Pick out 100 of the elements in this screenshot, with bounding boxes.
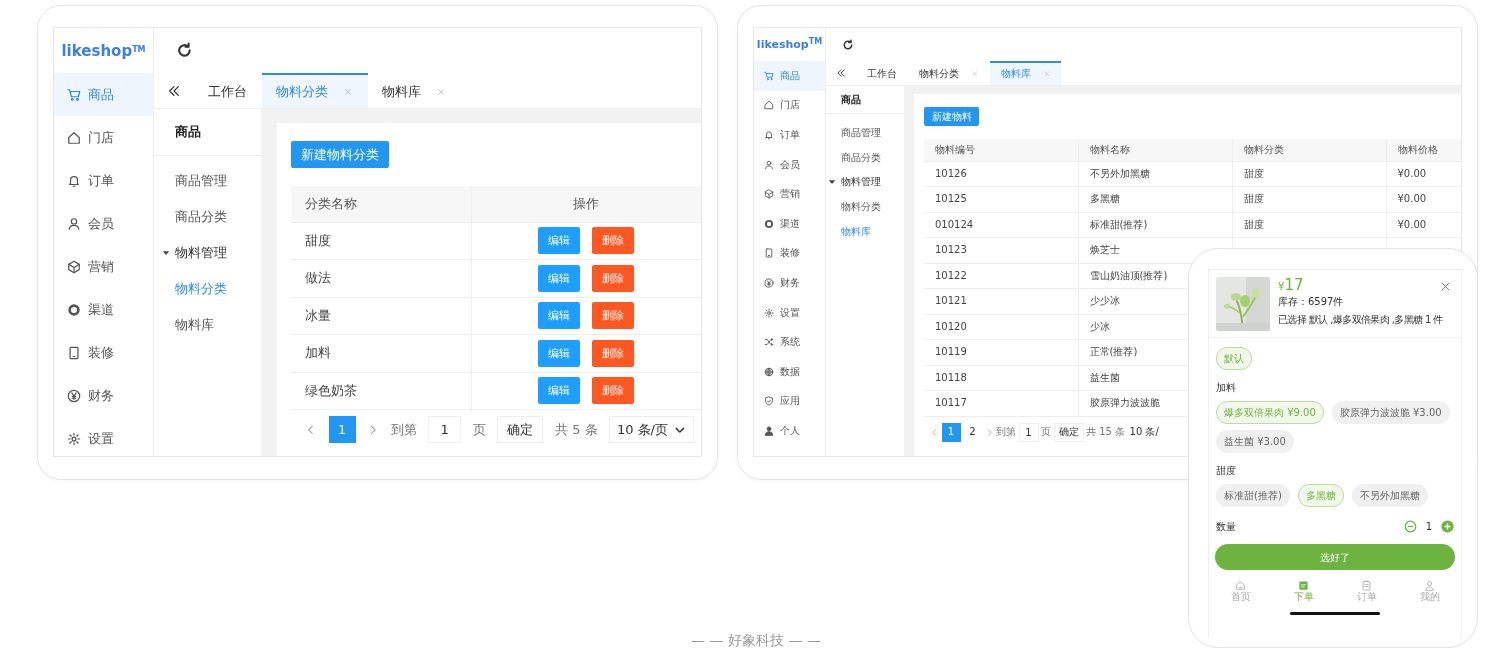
menu-item[interactable]: 商品分类: [826, 145, 904, 171]
footer-text: — — 好象科技 — —: [691, 632, 821, 648]
globe-icon: [764, 366, 774, 377]
sidebar-item[interactable]: 个人: [754, 416, 825, 446]
sidebar-item[interactable]: 营销: [754, 179, 825, 209]
collapse-icon[interactable]: [167, 83, 181, 98]
sidebar-item[interactable]: 门店: [754, 90, 825, 121]
table-cell: ¥0.00: [1386, 212, 1461, 238]
page-input[interactable]: 1: [1018, 422, 1039, 442]
menu-item[interactable]: 物料分类: [826, 194, 904, 220]
logo: likeshop$^{TM}$: [756, 37, 823, 52]
column-header: 分类名称: [291, 186, 472, 222]
tab[interactable]: 物料库: [367, 73, 461, 108]
sidebar-item[interactable]: 系统: [754, 327, 825, 357]
table-cell: 冰量: [291, 297, 472, 335]
table-cell: 标准甜(推荐): [1078, 212, 1232, 238]
user-icon: [67, 216, 81, 231]
column-header: 物料名称: [1078, 139, 1232, 161]
table-cell: 10118: [924, 365, 1078, 391]
tab[interactable]: 工作台: [856, 61, 908, 85]
page-input[interactable]: 1: [428, 416, 461, 443]
menu-group[interactable]: 物料管理: [154, 235, 261, 271]
menu-item[interactable]: 商品分类: [154, 199, 261, 235]
settings-icon: [67, 431, 81, 446]
logo: likeshop$^{TM}$: [61, 41, 146, 60]
close-icon[interactable]: [1440, 281, 1451, 292]
table-cell: ¥0.00: [1386, 186, 1461, 212]
page-unit: 页: [472, 421, 486, 438]
ring-icon: [764, 218, 774, 229]
table-cell: 10126: [924, 161, 1078, 187]
sidebar-item[interactable]: 渠道: [754, 208, 825, 239]
total-count: 共 5 条: [555, 421, 598, 438]
sidebar-item[interactable]: 渠道: [54, 288, 153, 331]
note-icon: [1298, 580, 1309, 591]
sidebar-item[interactable]: 设置: [54, 417, 153, 456]
sidebar-item[interactable]: 数据: [754, 356, 825, 387]
page-size-select[interactable]: 10 条/页: [609, 416, 694, 443]
sidebar-item[interactable]: 会员: [54, 202, 153, 245]
sidebar-item[interactable]: 财务: [754, 268, 825, 298]
menu-group[interactable]: 物料管理: [826, 170, 904, 195]
option-chip[interactable]: 胶原弹力波波脆 ¥3.00: [1331, 401, 1450, 424]
refresh-icon[interactable]: [842, 38, 854, 51]
plus-icon[interactable]: [1441, 520, 1454, 533]
table-cell: 10123: [924, 237, 1078, 263]
column-header: 操作: [471, 186, 701, 222]
sidebar-item[interactable]: 会员: [754, 149, 825, 180]
confirm-button[interactable]: 确定: [497, 416, 544, 443]
page-number[interactable]: 2: [963, 422, 982, 442]
tab[interactable]: 工作台: [194, 73, 262, 108]
table-cell: 不另外加黑糖: [1078, 161, 1232, 187]
previous-icon[interactable]: [930, 427, 939, 437]
tab[interactable]: 物料分类: [908, 61, 990, 85]
user-icon: [764, 425, 774, 436]
table-cell: 加料: [291, 334, 472, 372]
yen-icon: [67, 388, 81, 403]
option-chip[interactable]: 标准甜(推荐): [1216, 484, 1290, 507]
shield-icon: [764, 396, 774, 407]
user-icon: [1424, 580, 1435, 591]
menu-item[interactable]: 物料分类: [154, 271, 261, 307]
menu-item[interactable]: 物料库: [826, 219, 904, 244]
sidebar-item[interactable]: 装修: [54, 331, 153, 374]
table-cell: 甜度: [291, 222, 472, 260]
menu-item[interactable]: 商品管理: [154, 163, 261, 199]
quantity-value: 1: [1425, 520, 1432, 534]
sidebar-item[interactable]: 营销: [54, 245, 153, 288]
selection-summary: 已选择 默认 ,爆多双倍果肉 ,多黑糖 1 件: [1278, 313, 1443, 327]
minus-icon[interactable]: [1403, 520, 1417, 533]
option-chip[interactable]: 益生菌 ¥3.00: [1216, 430, 1294, 453]
column-header: 物料价格: [1386, 139, 1461, 161]
menu-item[interactable]: 商品管理: [826, 121, 904, 146]
table-cell: 10125: [924, 186, 1078, 212]
sidebar-item[interactable]: 应用: [754, 386, 825, 417]
bell-icon: [67, 173, 81, 188]
quantity-label: 数量: [1216, 520, 1236, 534]
cart-icon: [67, 87, 81, 102]
menu-item[interactable]: 物料库: [154, 307, 261, 343]
collapse-icon[interactable]: [836, 68, 846, 78]
option-chip[interactable]: 不另外加黑糖: [1351, 484, 1428, 507]
home-icon: [1235, 580, 1246, 591]
cube-icon: [67, 259, 81, 274]
total-count: 共 15 条: [1086, 426, 1126, 438]
column-header: 物料分类: [1232, 139, 1386, 161]
table-cell: 绿色奶茶: [291, 372, 472, 410]
sidebar-item[interactable]: 订单: [754, 120, 825, 150]
table-cell: ¥0.00: [1386, 161, 1461, 187]
confirm-button[interactable]: 确定: [1053, 422, 1084, 442]
sidebar-item[interactable]: 设置: [754, 297, 825, 328]
sidebar-item[interactable]: 订单: [54, 159, 153, 202]
table-cell: 10119: [924, 339, 1078, 365]
bell-icon: [764, 130, 774, 140]
clipboard-icon: [1361, 580, 1372, 591]
page-size-select[interactable]: 10 条/: [1127, 422, 1161, 442]
refresh-icon[interactable]: [176, 42, 194, 59]
sidebar-item[interactable]: 财务: [54, 374, 153, 417]
sidebar-item[interactable]: 门店: [54, 116, 153, 159]
user-icon: [764, 159, 774, 170]
stock-text: 库存：6597件: [1278, 295, 1345, 309]
price: ¥17: [1278, 277, 1304, 294]
phone-icon: [764, 248, 774, 259]
sidebar-item[interactable]: 装修: [754, 238, 825, 269]
